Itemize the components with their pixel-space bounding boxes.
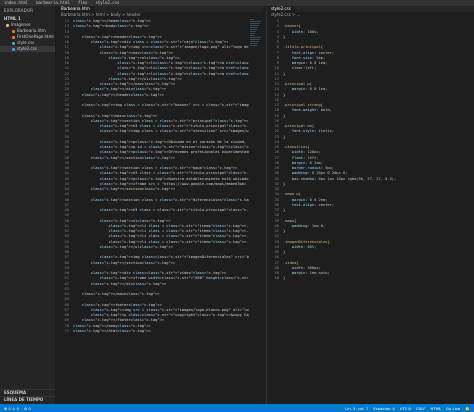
- html-file-icon: [12, 35, 15, 39]
- code-text: }: [283, 229, 286, 233]
- breadcrumb[interactable]: Barbearia.htm > html > body > header: [57, 12, 263, 18]
- code-text: class="c-tag"></sectionclass="c-tag">>: [90, 155, 176, 160]
- code-text: class="c-tag"></htmlclass="c-tag">>: [73, 328, 151, 333]
- minimap-line: [250, 19, 254, 20]
- code-text: clear:left;: [283, 66, 317, 71]
- outline-section[interactable]: ESQUEMA: [0, 389, 56, 395]
- minimap-line: [250, 25, 259, 26]
- code-text: class="c-tag"></headerclass="c-tag">>: [81, 92, 165, 97]
- timeline-section[interactable]: LÍNEA DE TIEMPO: [0, 396, 56, 402]
- code-text: }: [283, 276, 286, 281]
- explorer-panel: EXPLORADOR HTML 1 Imagenes Barbearia.htm F…: [0, 6, 56, 404]
- status-item[interactable]: HTML: [430, 406, 441, 411]
- code-area[interactable]: 12 class="c-tag"></headclass="c-tag">> 13 c…: [57, 19, 249, 404]
- code-text: }: [283, 92, 286, 97]
- minimap-line: [250, 37, 261, 38]
- status-item[interactable]: Espacios: 4: [373, 406, 394, 411]
- code-text: class="c-tag"></mainclass="c-tag">>: [81, 292, 160, 296]
- minimap-line: [250, 27, 258, 28]
- minimap-line: [250, 35, 254, 36]
- code-text: }: [283, 113, 286, 118]
- code-text: class="c-tag"><section class = class="c-…: [90, 197, 249, 202]
- code-text: }: [283, 71, 286, 76]
- code-text: width: 60%;: [283, 244, 317, 249]
- code-text: class="c-tag"></ulclass="c-tag">>: [99, 244, 173, 249]
- css-file-icon: [12, 47, 15, 51]
- code-text: }: [283, 181, 286, 186]
- minimap[interactable]: [250, 19, 261, 47]
- status-item[interactable]: ⊗ 0 ⚠ 0: [4, 406, 19, 411]
- minimap-line: [250, 45, 257, 46]
- html-file-icon: [12, 29, 15, 33]
- code-text: box-shadow: 0px 1px 10px rgba(56, 27, 27…: [283, 176, 397, 181]
- code-text: class="c-tag"></sectionclass="c-tag">>: [90, 187, 176, 191]
- status-bar: ⊗ 0 ⚠ 0 ⊘ 0 Lín. 5, col. 7 Espacios: 4 UTF-…: [0, 404, 474, 412]
- status-item[interactable]: CRLF: [416, 406, 426, 411]
- code-text: font-style: italic;: [283, 129, 335, 134]
- minimap-line: [250, 23, 260, 24]
- code-text: }: [283, 34, 286, 39]
- code-text: }: [283, 250, 286, 254]
- minimap-line: [250, 43, 258, 44]
- minimap-line: [250, 33, 255, 34]
- code-text: class="c-tag"><bodyclass="c-tag">>: [73, 24, 149, 29]
- minimap-line: [250, 31, 256, 32]
- editor-css[interactable]: style2.css style2.css > ... 1 2 .banner{3 …: [266, 6, 474, 404]
- css-file-icon: [12, 41, 15, 45]
- minimap-line: [250, 39, 260, 40]
- editor-html[interactable]: Barbearia.htm Barbearia.htm > html > bod…: [57, 6, 263, 404]
- code-text: width: 100%;: [283, 29, 319, 34]
- code-line[interactable]: 48 class="c-tag"><h3 class = class="c-st…: [57, 208, 249, 213]
- code-text: }: [283, 134, 286, 139]
- minimap-line: [250, 41, 259, 42]
- code-line[interactable]: 50}: [267, 276, 460, 281]
- folder-file-icon: [6, 23, 9, 27]
- code-line[interactable]: 33 class="c-tag"><img class = class="c-s…: [57, 129, 249, 134]
- code-line[interactable]: 71 class="c-tag"></htmlclass="c-tag">>: [57, 329, 249, 334]
- code-text: class="c-tag"><img class = class="c-str"…: [99, 129, 249, 134]
- code-line[interactable]: 28 class="c-tag"><img class = class="c-s…: [57, 103, 249, 108]
- code-text: text-align: center;: [283, 202, 335, 207]
- code-text: }: [283, 208, 286, 212]
- code-text: class="c-tag"></divclass="c-tag">>: [90, 281, 167, 286]
- code-text: margin: 0 0 1em;: [283, 87, 328, 92]
- breadcrumb[interactable]: style2.css > ...: [267, 12, 474, 18]
- minimap-line: [250, 29, 257, 30]
- code-text: class="c-tag"><img class = class="c-str"…: [81, 103, 249, 107]
- status-item[interactable]: ⊘ 0: [24, 406, 31, 411]
- code-line[interactable]: 46 class="c-tag"><section class = class=…: [57, 198, 249, 203]
- file-tree-label: style2.css: [17, 46, 37, 51]
- status-item[interactable]: UTF-8: [400, 406, 411, 411]
- code-text: class="c-tag"><h3 class = class="c-str">…: [99, 208, 249, 212]
- minimap-line: [250, 21, 261, 22]
- line-number: 50: [274, 276, 279, 281]
- status-item[interactable]: Lín. 5, col. 7: [345, 406, 368, 411]
- code-area[interactable]: 1 2 .banner{3 width: 100%; 4} 5 6 .titulo-prin…: [267, 19, 460, 404]
- status-item[interactable]: 🔔: [465, 406, 470, 411]
- code-text: font-weight: bold;: [283, 108, 332, 113]
- file-tree-item[interactable]: style2.css: [0, 46, 55, 52]
- explorer-header: EXPLORADOR: [4, 8, 34, 13]
- code-text: margin: 1em auto;: [283, 271, 330, 275]
- line-number: 71: [64, 328, 69, 333]
- code-text: class="c-tag"></sectionclass="c-tag">>: [90, 260, 176, 265]
- code-text: padding: 1em 0;: [283, 223, 326, 228]
- status-item[interactable]: Go Live: [446, 406, 460, 411]
